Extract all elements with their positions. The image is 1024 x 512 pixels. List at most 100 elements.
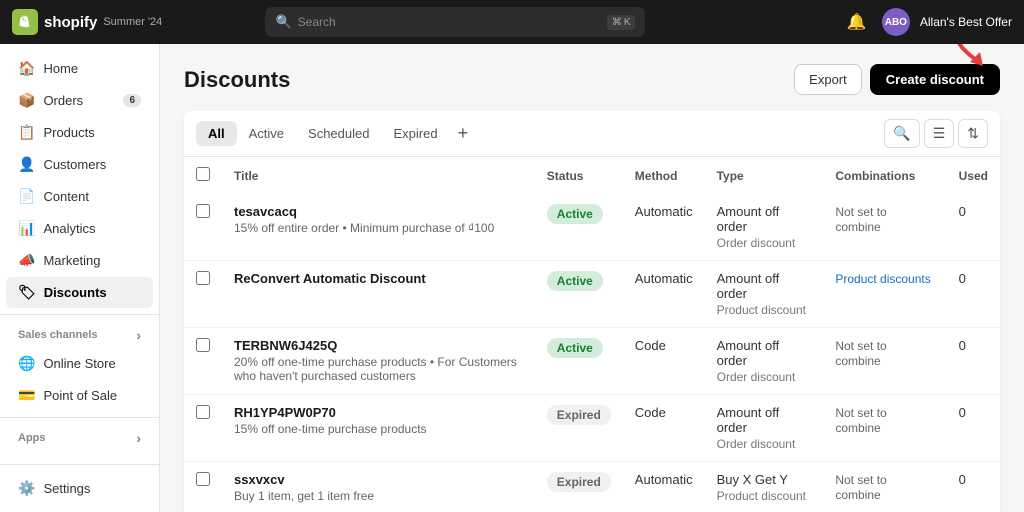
sidebar-item-analytics[interactable]: 📊 Analytics [6,213,153,244]
notification-button[interactable]: 🔔 [842,7,872,37]
settings-icon: ⚙️ [18,480,35,497]
sidebar-item-settings[interactable]: ⚙️ Settings [6,473,153,504]
online-store-icon: 🌐 [18,355,35,372]
sidebar-label: Marketing [43,253,100,268]
row-checkbox[interactable] [196,472,210,486]
filter-button[interactable]: ☰ [924,119,955,148]
type-main: Buy X Get Y [717,472,812,487]
search-placeholder: Search [298,15,601,29]
sort-button[interactable]: ⇅ [958,119,988,148]
method-text: Code [635,405,666,420]
customers-icon: 👤 [18,156,35,173]
type-sub: Product discount [717,489,812,503]
row-checkbox[interactable] [196,271,210,285]
combinations-text: Not set to combine [835,473,886,502]
marketing-icon: 📣 [18,252,35,269]
status-badge: Active [547,204,603,224]
combinations-text: Not set to combine [835,205,886,234]
filter-tabs-row: All Active Scheduled Expired + 🔍 ☰ ⇅ [184,111,1000,157]
analytics-icon: 📊 [18,220,35,237]
sidebar: 🏠 Home 📦 Orders 6 📋 Products 👤 Customers… [0,0,160,512]
sidebar-bottom: ⚙️ Settings [0,464,159,512]
table-row[interactable]: tesavcacq 15% off entire order • Minimum… [184,194,1000,261]
logo-text: shopify [44,14,97,31]
sidebar-item-pos[interactable]: 💳 Point of Sale [6,380,153,411]
home-icon: 🏠 [18,60,35,77]
tab-scheduled[interactable]: Scheduled [296,121,381,146]
tab-active[interactable]: Active [237,121,296,146]
discounts-table: Title Status Method Type Combinations Us… [184,157,1000,512]
orders-badge: 6 [123,94,141,107]
search-filter-button[interactable]: 🔍 [884,119,919,148]
table-row[interactable]: RH1YP4PW0P70 15% off one-time purchase p… [184,395,1000,462]
col-type: Type [705,157,824,194]
used-count: 0 [959,472,966,487]
used-count: 0 [959,405,966,420]
col-title: Title [222,157,535,194]
type-main: Amount off order [717,405,812,435]
sidebar-item-orders[interactable]: 📦 Orders 6 [6,85,153,116]
table-row[interactable]: ReConvert Automatic Discount Active Auto… [184,261,1000,328]
discount-title: RH1YP4PW0P70 [234,405,523,420]
topbar-logo[interactable]: shopify Summer '24 [12,9,162,35]
tab-expired[interactable]: Expired [381,121,449,146]
product-discounts-link[interactable]: Product discounts [835,272,930,286]
sidebar-item-content[interactable]: 📄 Content [6,181,153,212]
table-wrapper: All Active Scheduled Expired + 🔍 ☰ ⇅ Tit… [184,111,1000,512]
shopify-logo-icon [12,9,38,35]
combinations-text: Not set to combine [835,406,886,435]
type-sub: Product discount [717,303,812,317]
table-row[interactable]: TERBNW6J425Q 20% off one-time purchase p… [184,328,1000,395]
col-method: Method [623,157,705,194]
type-main: Amount off order [717,338,812,368]
used-count: 0 [959,338,966,353]
sidebar-item-marketing[interactable]: 📣 Marketing [6,245,153,276]
tab-all[interactable]: All [196,121,237,146]
combinations-text: Not set to combine [835,339,886,368]
status-badge: Active [547,271,603,291]
search-icon: 🔍 [275,14,291,30]
export-button[interactable]: Export [794,64,862,95]
search-bar[interactable]: 🔍 Search ⌘ K [265,7,645,37]
sidebar-label: Orders [43,93,83,108]
shopify-s-icon [17,14,33,30]
col-used: Used [947,157,1000,194]
sidebar-label: Content [43,189,89,204]
sidebar-label: Customers [43,157,106,172]
sidebar-item-online-store[interactable]: 🌐 Online Store [6,348,153,379]
sidebar-item-customers[interactable]: 👤 Customers [6,149,153,180]
main-content: Discounts Export Create discount All Act… [160,44,1024,512]
row-checkbox[interactable] [196,405,210,419]
sidebar-item-home[interactable]: 🏠 Home [6,53,153,84]
sidebar-label: Discounts [44,285,107,300]
used-count: 0 [959,204,966,219]
table-row[interactable]: ssxvxcv Buy 1 item, get 1 item free Expi… [184,462,1000,512]
row-checkbox[interactable] [196,204,210,218]
sidebar-item-discounts[interactable]: 🏷 Discounts [6,277,153,308]
type-sub: Order discount [717,236,812,250]
type-main: Amount off order [717,204,812,234]
avatar: ABO [882,8,910,36]
sidebar-label: Settings [43,481,90,496]
sidebar-nav: 🏠 Home 📦 Orders 6 📋 Products 👤 Customers… [0,53,159,450]
create-discount-button[interactable]: Create discount [870,64,1000,95]
discount-desc: 20% off one-time purchase products • For… [234,355,523,383]
row-checkbox[interactable] [196,338,210,352]
sidebar-label: Home [43,61,78,76]
discount-desc: 15% off entire order • Minimum purchase … [234,221,523,235]
sidebar-item-products[interactable]: 📋 Products [6,117,153,148]
discount-title: ssxvxcv [234,472,523,487]
status-badge: Expired [547,472,611,492]
tab-add-button[interactable]: + [450,121,477,146]
store-name: Allan's Best Offer [920,15,1012,29]
topbar-right: 🔔 ABO Allan's Best Offer [842,7,1012,37]
apps-label: Apps › [0,424,159,450]
status-badge: Expired [547,405,611,425]
sidebar-label: Online Store [43,356,115,371]
sales-channels-label: Sales channels › [0,321,159,347]
content-icon: 📄 [18,188,35,205]
method-text: Automatic [635,271,693,286]
type-main: Amount off order [717,271,812,301]
select-all-checkbox[interactable] [196,167,210,181]
orders-icon: 📦 [18,92,35,109]
